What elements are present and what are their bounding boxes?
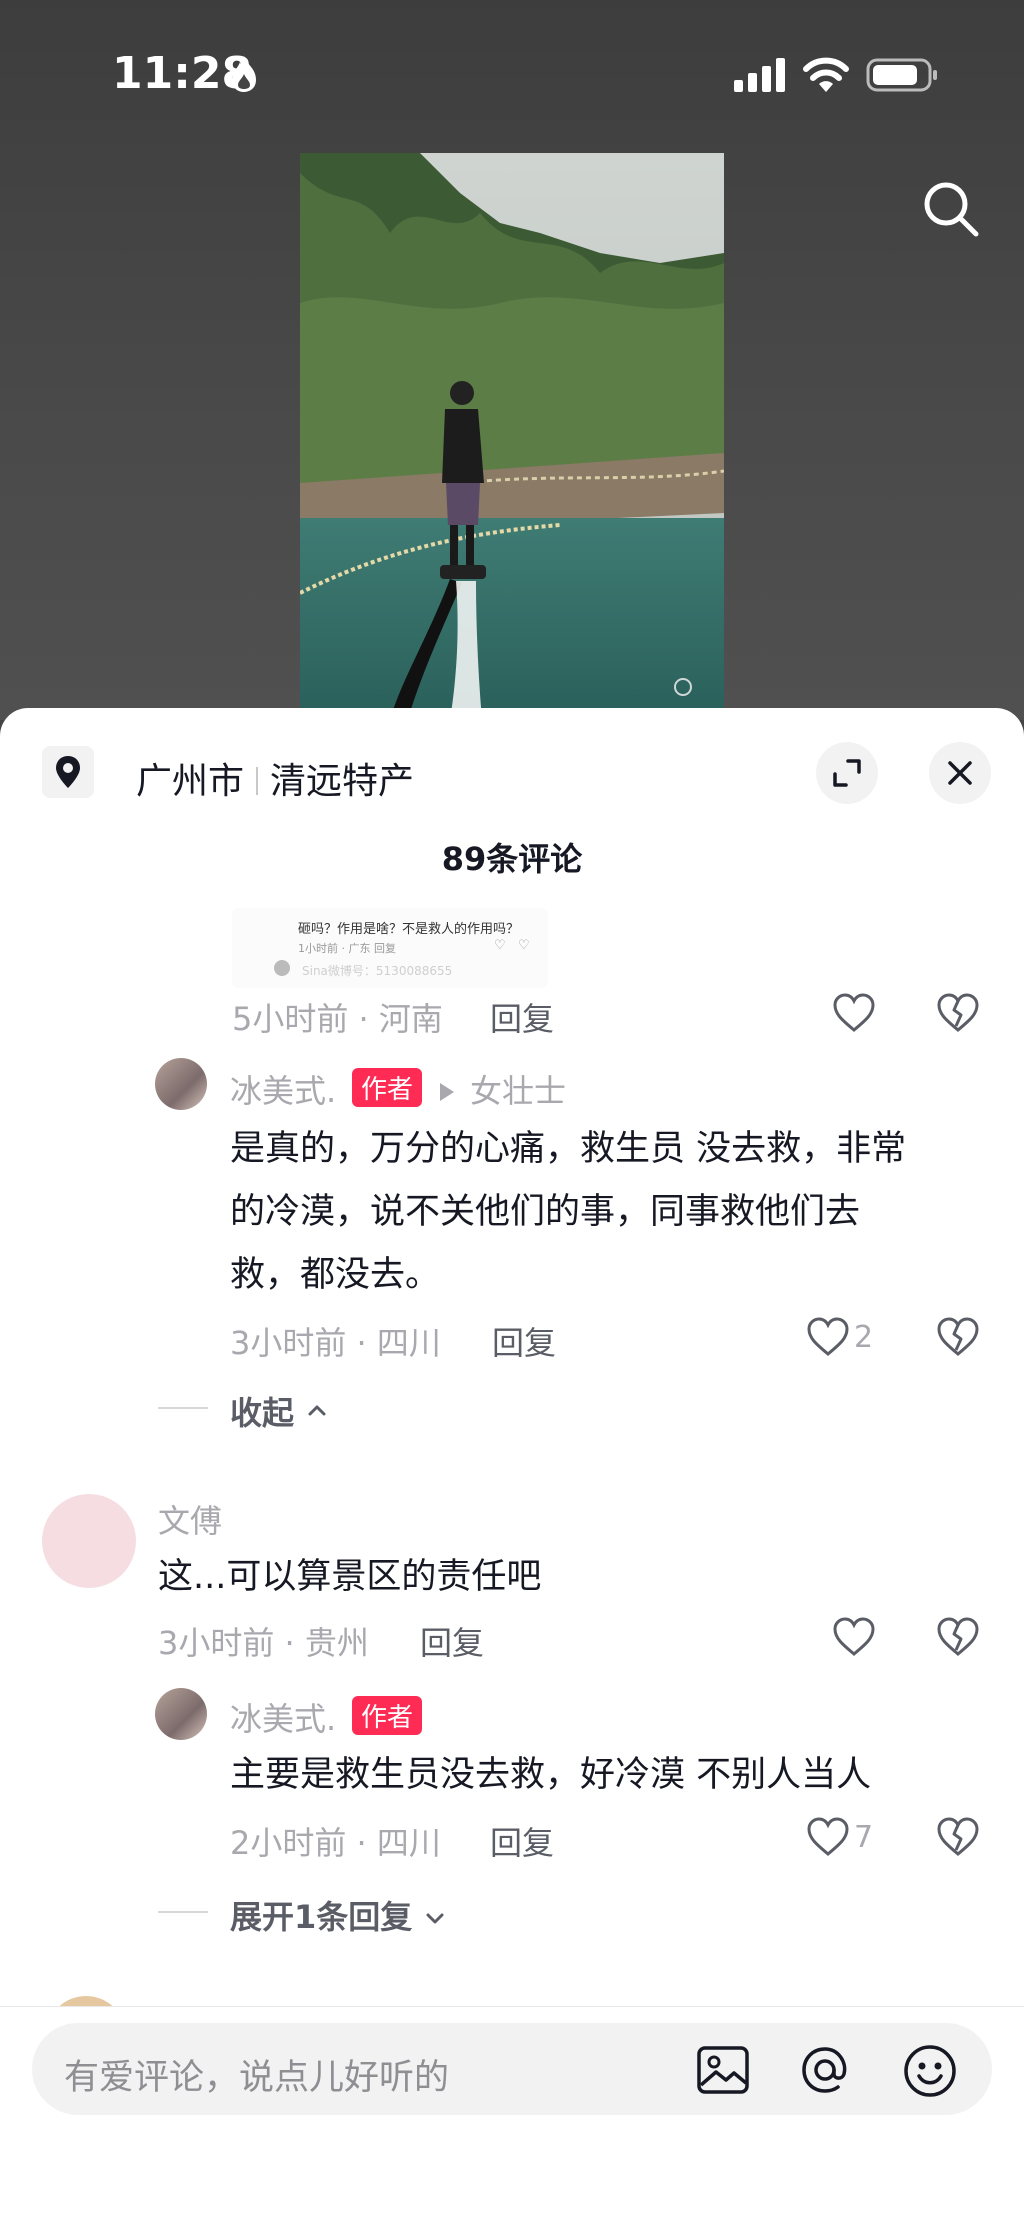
- flame-icon: [232, 56, 256, 92]
- location-separator: [256, 767, 259, 795]
- heart-icon: [833, 1617, 875, 1656]
- comments-sheet: 广州市 清远特产 89条评论 砸吗？作用是啥？不是救人的作用吗？ 1小时前 · 广…: [0, 708, 1024, 2219]
- avatar[interactable]: [155, 1058, 207, 1110]
- author-badge: 作者: [352, 1696, 423, 1735]
- heart-icon: [807, 1317, 849, 1356]
- expand-replies-button[interactable]: 展开1条回复: [230, 1892, 447, 1938]
- avatar[interactable]: [155, 1688, 207, 1740]
- comment-count: 89条评论: [441, 840, 583, 878]
- battery-icon: [866, 58, 937, 92]
- chevron-down-icon: [426, 1913, 444, 1924]
- reply-button[interactable]: 回复: [490, 1818, 554, 1864]
- like-count: 2: [854, 1319, 874, 1355]
- collapse-label: 收起: [230, 1394, 295, 1432]
- attachment-like-icons: ♡ ♡: [494, 938, 530, 953]
- comment-text: 是真的，万分的心痛，救生员 没去救，非常 的冷漠，说不关他们的事，同事救他们去 …: [230, 1118, 906, 1307]
- status-bar: 11:28: [0, 0, 1024, 150]
- comment-username[interactable]: 文傅: [158, 1496, 222, 1542]
- comment-meta: 3小时前 · 贵州: [158, 1624, 369, 1662]
- wifi-icon: [803, 57, 849, 92]
- expand-button[interactable]: [816, 742, 878, 804]
- reply-username[interactable]: 冰美式.: [230, 1694, 336, 1740]
- comment-meta: 2小时前 · 四川: [230, 1824, 441, 1862]
- attachment-footer: Sina微博号：5130088655: [302, 964, 453, 978]
- heart-icon: [833, 993, 875, 1032]
- collapse-replies-button[interactable]: 收起: [230, 1388, 329, 1434]
- cellular-signal-icon: [734, 58, 785, 92]
- comment-text: 主要是救生员没去救，好冷漠 不别人当人: [230, 1755, 872, 1795]
- reply-username[interactable]: 冰美式.: [230, 1066, 336, 1112]
- like-button[interactable]: [832, 1616, 876, 1660]
- like-count: 7: [854, 1819, 874, 1855]
- at-mention-icon[interactable]: [798, 2043, 852, 2097]
- location-pin-icon: [56, 756, 80, 788]
- search-icon[interactable]: [920, 178, 980, 238]
- image-icon[interactable]: [696, 2045, 750, 2095]
- attachment-text: 砸吗？作用是啥？不是救人的作用吗？: [298, 922, 520, 937]
- author-badge: 作者: [352, 1068, 423, 1107]
- comment-text-line: 救，都没去。: [230, 1255, 441, 1295]
- reply-to-user[interactable]: 女壮士: [440, 1066, 566, 1112]
- dislike-icon[interactable]: [936, 1316, 980, 1358]
- comment-text-line: 是真的，万分的心痛，救生员 没去救，非常: [230, 1129, 907, 1169]
- close-icon: [948, 761, 972, 785]
- like-button[interactable]: 2: [806, 1316, 873, 1360]
- emoji-icon[interactable]: [902, 2043, 958, 2099]
- comment-input-placeholder: 有爱评论，说点儿好听的: [64, 2058, 450, 2098]
- divider: [158, 1407, 208, 1409]
- comment-text-line: 的冷漠，说不关他们的事，同事救他们去: [230, 1192, 861, 1232]
- location-city: 广州市: [136, 761, 245, 802]
- reply-button[interactable]: 回复: [420, 1618, 484, 1664]
- heart-icon: [807, 1817, 849, 1856]
- location-label[interactable]: 广州市 清远特产: [136, 752, 414, 804]
- like-button[interactable]: 7: [806, 1816, 873, 1860]
- location-place: 清远特产: [270, 761, 415, 802]
- dislike-icon[interactable]: [936, 1616, 980, 1658]
- comment-input-bar: 有爱评论，说点儿好听的: [0, 2006, 1024, 2220]
- reply-button[interactable]: 回复: [490, 994, 554, 1040]
- avatar[interactable]: [42, 1494, 136, 1588]
- reply-arrow-icon: [440, 1083, 454, 1101]
- dislike-icon[interactable]: [936, 1816, 980, 1858]
- divider: [158, 1911, 208, 1913]
- expand-icon: [833, 759, 861, 787]
- reply-to-username: 女壮士: [470, 1072, 567, 1110]
- attachment-avatar: [274, 960, 290, 976]
- location-pin-badge[interactable]: [42, 746, 94, 798]
- comment-input[interactable]: 有爱评论，说点儿好听的: [32, 2023, 992, 2115]
- video-thumbnail[interactable]: [300, 153, 724, 720]
- chevron-up-icon: [308, 1405, 326, 1416]
- dislike-icon[interactable]: [936, 992, 980, 1034]
- like-button[interactable]: [832, 992, 876, 1036]
- reply-button[interactable]: 回复: [492, 1318, 556, 1364]
- comment-text: 这...可以算景区的责任吧: [158, 1557, 542, 1597]
- attachment-meta: 1小时前 · 广东 回复: [298, 942, 396, 955]
- comment-meta: 3小时前 · 四川: [230, 1324, 441, 1362]
- comment-meta: 5小时前 · 河南: [232, 1000, 443, 1038]
- comment-image-attachment[interactable]: 砸吗？作用是啥？不是救人的作用吗？ 1小时前 · 广东 回复 ♡ ♡ Sina微…: [232, 908, 548, 988]
- expand-label: 展开1条回复: [230, 1898, 413, 1936]
- close-button[interactable]: [929, 742, 991, 804]
